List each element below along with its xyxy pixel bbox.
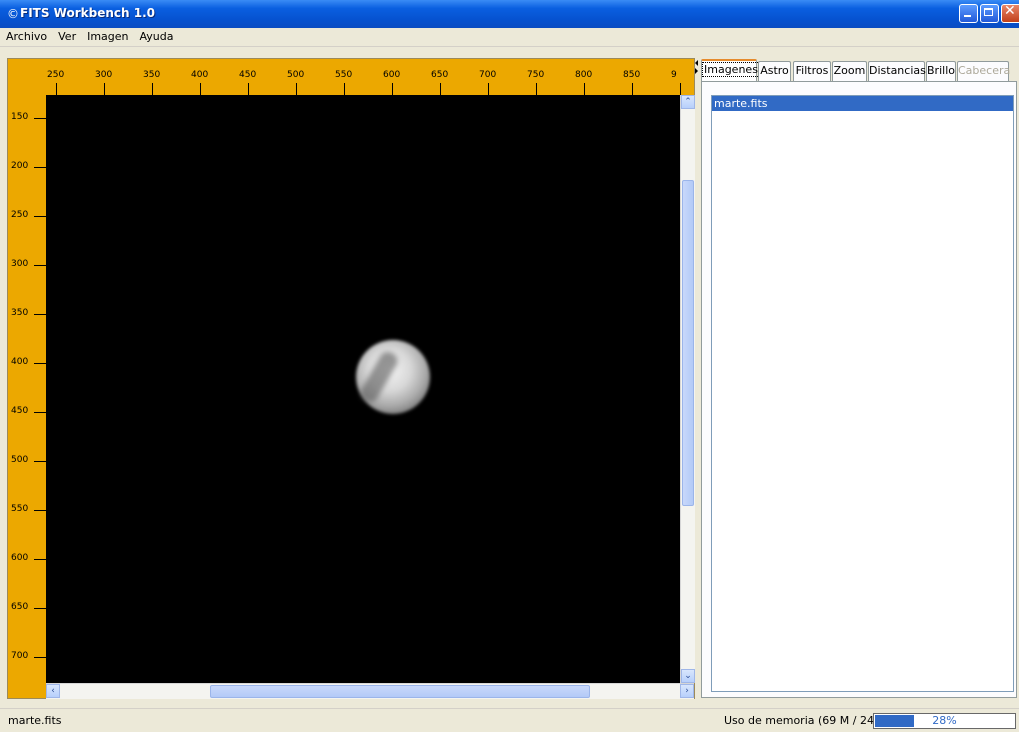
collapse-right-arrow-icon[interactable] xyxy=(695,68,698,74)
ruler-tick xyxy=(34,118,46,119)
ruler-tick xyxy=(34,657,46,658)
ruler-tick-label: 200 xyxy=(11,161,29,171)
tab-panel-imagenes: marte.fits xyxy=(701,81,1017,698)
ruler-tick xyxy=(34,559,46,560)
scroll-left-arrow-icon[interactable]: ‹ xyxy=(46,684,60,698)
window-title: FITS Workbench 1.0 xyxy=(20,6,155,20)
ruler-tick xyxy=(56,83,57,95)
ruler-tick xyxy=(152,83,153,95)
title-bar[interactable]: © FITS Workbench 1.0 ✕ xyxy=(0,0,1019,28)
ruler-tick-label: 600 xyxy=(11,553,29,563)
ruler-tick-label: 250 xyxy=(47,70,65,80)
list-item[interactable]: marte.fits xyxy=(712,96,1013,111)
tab-cabecera: Cabecera xyxy=(957,61,1010,81)
tab-distancias[interactable]: Distancias xyxy=(868,61,926,81)
ruler-tick-label: 650 xyxy=(11,602,29,612)
ruler-tick xyxy=(104,83,105,95)
ruler-tick-label: 250 xyxy=(11,210,29,220)
menu-ayuda[interactable]: Ayuda xyxy=(134,28,179,43)
ruler-tick-label: 500 xyxy=(11,455,29,465)
ruler-tick-label: 450 xyxy=(11,406,29,416)
horizontal-scrollbar[interactable]: ‹ › xyxy=(46,683,694,699)
image-canvas[interactable] xyxy=(46,95,680,683)
status-file-name: marte.fits xyxy=(8,714,62,727)
close-icon: ✕ xyxy=(1004,3,1016,19)
ruler-tick xyxy=(34,314,46,315)
ruler-tick xyxy=(34,167,46,168)
maximize-button[interactable] xyxy=(980,4,999,23)
ruler-tick xyxy=(34,608,46,609)
horizontal-ruler: 250 300 350 400 450 500 550 600 650 700 750 800 850 9 xyxy=(46,59,686,95)
ruler-tick xyxy=(680,83,681,95)
horizontal-scroll-thumb[interactable] xyxy=(210,685,590,698)
panel-splitter[interactable] xyxy=(695,58,699,699)
ruler-tick-label: 400 xyxy=(191,70,209,80)
ruler-tick xyxy=(34,510,46,511)
ruler-tick xyxy=(34,265,46,266)
scroll-up-arrow-icon[interactable]: ⌃ xyxy=(681,95,695,109)
memory-progress-text: 28% xyxy=(932,714,957,727)
menu-imagen[interactable]: Imagen xyxy=(81,28,133,43)
ruler-tick-label: 550 xyxy=(335,70,353,80)
ruler-tick xyxy=(584,83,585,95)
close-button[interactable]: ✕ xyxy=(1001,3,1019,23)
ruler-tick-label: 400 xyxy=(11,357,29,367)
tab-astro[interactable]: Astro xyxy=(758,61,791,81)
ruler-tick xyxy=(296,83,297,95)
maximize-icon xyxy=(984,8,993,16)
ruler-tick-label: 650 xyxy=(431,70,449,80)
vertical-scroll-thumb[interactable] xyxy=(682,180,694,506)
ruler-tick xyxy=(440,83,441,95)
ruler-tick xyxy=(34,461,46,462)
scroll-right-arrow-icon[interactable]: › xyxy=(680,684,694,698)
ruler-tick-label: 750 xyxy=(527,70,545,80)
ruler-tick-label: 550 xyxy=(11,504,29,514)
ruler-tick xyxy=(392,83,393,95)
ruler-tick-label: 300 xyxy=(95,70,113,80)
status-bar: marte.fits Uso de memoria (69 M / 245 M)… xyxy=(0,708,1019,732)
ruler-tick-label: 700 xyxy=(11,651,29,661)
tab-filtros[interactable]: Filtros xyxy=(793,61,831,81)
ruler-tick-label: 800 xyxy=(575,70,593,80)
vertical-ruler: 150 200 250 300 350 400 450 500 550 600 650 700 xyxy=(8,95,46,683)
ruler-tick-label: 350 xyxy=(11,308,29,318)
ruler-tick-label: 150 xyxy=(11,112,29,122)
file-list: marte.fits xyxy=(711,95,1014,692)
minimize-button[interactable] xyxy=(959,4,978,23)
ruler-tick-label: 450 xyxy=(239,70,257,80)
ruler-tick xyxy=(632,83,633,95)
tab-zoom[interactable]: Zoom xyxy=(832,61,867,81)
scroll-down-arrow-icon[interactable]: ⌄ xyxy=(681,669,695,683)
ruler-tick xyxy=(34,412,46,413)
collapse-left-arrow-icon[interactable] xyxy=(695,60,698,66)
minimize-icon xyxy=(964,15,971,17)
ruler-tick xyxy=(344,83,345,95)
tab-brillo[interactable]: Brillo xyxy=(926,61,956,81)
ruler-tick-label: 850 xyxy=(623,70,641,80)
tab-imagenes[interactable]: Imagenes xyxy=(701,59,760,82)
ruler-tick xyxy=(34,363,46,364)
ruler-tick-label: 350 xyxy=(143,70,161,80)
image-viewer: 250 300 350 400 450 500 550 600 650 700 750 800 850 9… xyxy=(7,58,695,699)
ruler-tick xyxy=(200,83,201,95)
ruler-tick-label: 500 xyxy=(287,70,305,80)
ruler-tick-label: 700 xyxy=(479,70,497,80)
menu-archivo[interactable]: Archivo xyxy=(0,28,52,43)
ruler-tick xyxy=(536,83,537,95)
menu-bar: Archivo Ver Imagen Ayuda xyxy=(0,28,1019,47)
memory-progress-bar: 28% xyxy=(873,713,1016,729)
mars-planet-image xyxy=(356,340,430,414)
ruler-tick-label: 9 xyxy=(671,70,677,80)
menu-ver[interactable]: Ver xyxy=(52,28,81,43)
ruler-tick xyxy=(488,83,489,95)
ruler-tick xyxy=(248,83,249,95)
ruler-tick xyxy=(34,216,46,217)
app-icon: © xyxy=(7,7,19,21)
ruler-tick-label: 300 xyxy=(11,259,29,269)
vertical-scrollbar[interactable]: ⌃ ⌄ xyxy=(680,95,695,683)
ruler-tick-label: 600 xyxy=(383,70,401,80)
